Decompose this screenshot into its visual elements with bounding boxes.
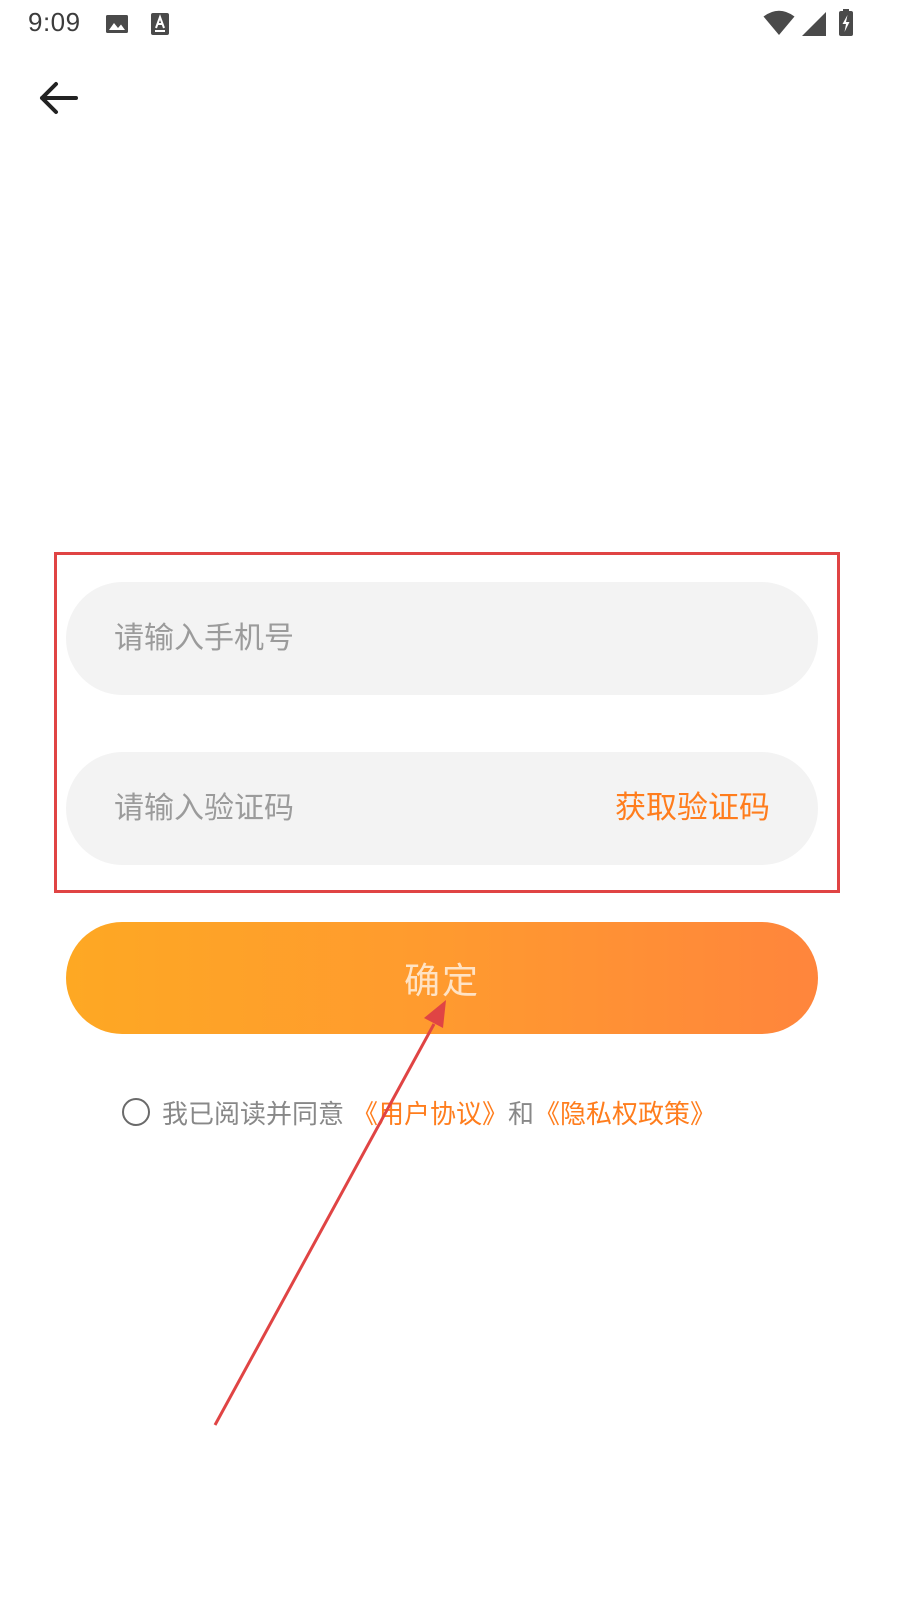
status-time: 9:09 (28, 7, 81, 37)
phone-input[interactable] (114, 582, 774, 695)
confirm-button[interactable]: 确定 (66, 922, 818, 1034)
a-notification-icon (151, 13, 169, 35)
verification-code-input[interactable] (114, 752, 554, 865)
privacy-policy-link[interactable]: 《隐私权政策》 (534, 1094, 716, 1131)
back-button[interactable] (30, 70, 86, 126)
get-code-button[interactable]: 获取验证码 (615, 752, 770, 865)
user-agreement-link[interactable]: 《用户协议》 (352, 1094, 508, 1131)
agreement-and-text: 和 (508, 1099, 535, 1130)
wifi-icon (763, 10, 795, 35)
status-bar: 9:09 (0, 0, 900, 48)
phone-input-container (66, 582, 818, 695)
signal-icon (802, 12, 826, 36)
image-icon (106, 15, 128, 33)
login-screen: 9:09 获取 (0, 0, 900, 1600)
back-arrow-icon (40, 82, 78, 114)
code-input-container: 获取验证码 (66, 752, 818, 865)
agreement-prefix-text: 我已阅读并同意 (162, 1099, 345, 1130)
agreement-radio[interactable] (122, 1098, 150, 1126)
battery-charging-icon (839, 9, 853, 36)
agreement-row: 我已阅读并同意 《用户协议》 和 《隐私权政策》 (122, 1090, 716, 1134)
